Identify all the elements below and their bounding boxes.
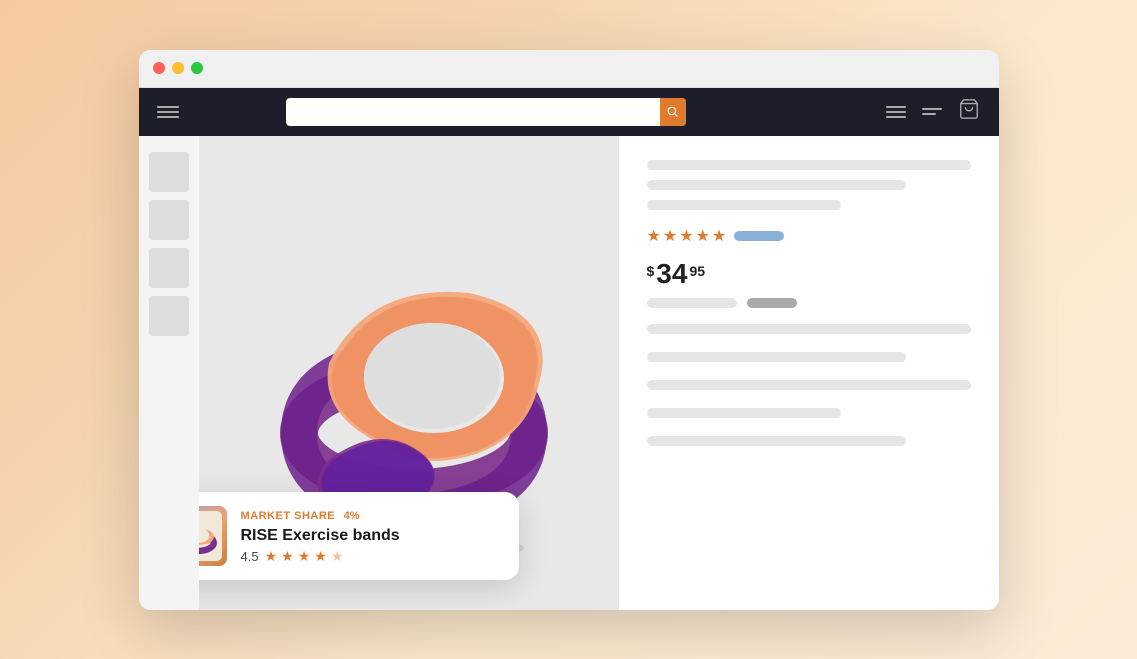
star-2: ★ [281,548,294,565]
price-sub-line-2 [747,298,797,308]
nav-right [886,98,980,125]
product-name: RISE Exercise bands [241,527,501,545]
filter-lines-icon[interactable] [922,108,942,115]
title-line-2 [647,180,906,190]
main-content: MARKET SHARE 4% RISE Exercise bands 4.5 … [139,136,999,610]
desc-line-3 [647,380,971,390]
star-3: ★ [298,548,311,565]
price-main: 34 [656,260,687,288]
desc-line-1 [647,324,971,334]
detail-star-5: ★ [712,226,726,246]
star-5-half: ★ [331,548,344,565]
search-button[interactable] [660,98,686,126]
market-share-value: 4% [344,510,360,522]
card-thumbnail [199,506,227,566]
star-1: ★ [265,548,278,565]
title-bar [139,50,999,88]
product-image-area: MARKET SHARE 4% RISE Exercise bands 4.5 … [199,136,619,610]
card-info: MARKET SHARE 4% RISE Exercise bands 4.5 … [241,506,501,565]
search-icon [667,106,679,118]
detail-star-2: ★ [663,226,677,246]
price-section: $ 34 95 [647,260,971,288]
cart-icon[interactable] [958,98,980,125]
thumbnail-2[interactable] [149,200,189,240]
cart-svg [958,98,980,120]
hamburger-menu-icon[interactable] [157,106,179,118]
market-share-label: MARKET SHARE [241,510,336,522]
rating-row: 4.5 ★ ★ ★ ★ ★ [241,548,501,565]
thumbnail-4[interactable] [149,296,189,336]
desc-line-4 [647,408,841,418]
rating-bar [734,231,784,241]
detail-star-1: ★ [647,226,661,246]
market-share-row: MARKET SHARE 4% [241,506,501,524]
product-card: MARKET SHARE 4% RISE Exercise bands 4.5 … [199,492,519,580]
nav-bar [139,88,999,136]
close-button[interactable] [153,62,165,74]
description-lines [647,324,971,456]
title-line-3 [647,200,841,210]
thumbnail-1[interactable] [149,152,189,192]
detail-star-4: ★ [696,226,710,246]
thumbnail-3[interactable] [149,248,189,288]
browser-window: MARKET SHARE 4% RISE Exercise bands 4.5 … [139,50,999,610]
menu-lines-icon[interactable] [886,106,906,118]
detail-rating-section: ★ ★ ★ ★ ★ [647,226,971,246]
product-detail: ★ ★ ★ ★ ★ $ 34 95 [619,136,999,610]
price-below [647,298,971,308]
star-4: ★ [314,548,327,565]
desc-line-2 [647,352,906,362]
price-cents: 95 [689,263,705,279]
maximize-button[interactable] [191,62,203,74]
search-input[interactable] [294,105,678,119]
search-container [286,98,686,126]
minimize-button[interactable] [172,62,184,74]
detail-stars: ★ ★ ★ ★ ★ [647,226,727,246]
detail-star-3: ★ [679,226,693,246]
thumbnail-bands-svg [199,511,222,561]
rating-number: 4.5 [241,549,259,564]
price-dollar: $ [647,263,655,279]
thumbnail-sidebar [139,136,199,610]
price-sub-line-1 [647,298,737,308]
desc-line-5 [647,436,906,446]
divider-section [647,324,971,456]
title-line-1 [647,160,971,170]
